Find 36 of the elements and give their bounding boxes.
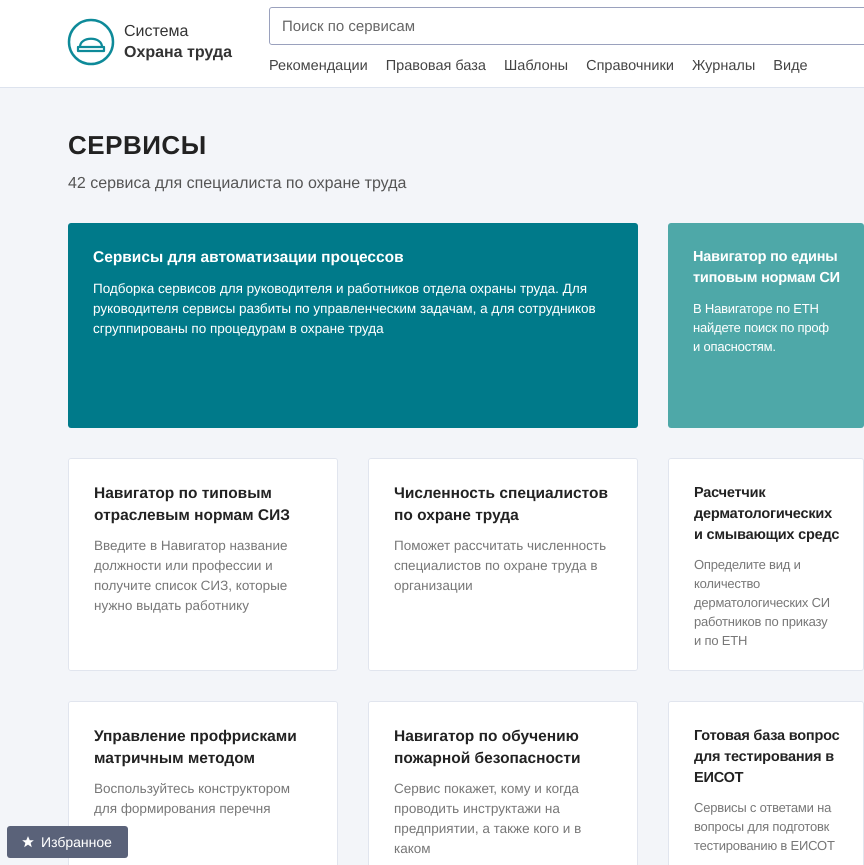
service-card[interactable]: Расчетчик дерматологических и смывающих средс Определите вид и количество дерматологических СИ работников по приказу и по ЕТН <box>668 458 864 671</box>
card-description: Введите в Навигатор название должности или профессии и получите список СИЗ, которые нужно выдать работнику <box>94 537 289 615</box>
favorites-button[interactable]: Избранное <box>7 826 128 858</box>
service-card[interactable]: Навигатор по обучению пожарной безопасности Сервис покажет, кому и когда проводить инструктажи на предприятии, а также кого и в каком <box>368 701 638 865</box>
card-description: Воспользуйтесь конструктором для формирования перечня <box>94 780 292 818</box>
card-title: Навигатор по обучению пожарной безопасности <box>394 727 582 769</box>
page-subtitle: 42 сервиса для специалиста по охране труда <box>68 175 408 193</box>
service-card[interactable]: Численность специалистов по охране труда Поможет рассчитать численность специалистов по охране труда в организации <box>368 458 638 671</box>
card-description: Подборка сервисов для руководителя и работников отдела охраны труда. Для руководителя сервисы разбиты по управленческим задачам, а для сотрудников сгруппированы по процедурам в охране труда <box>93 280 597 338</box>
search-field[interactable]: Поиск по сервисам <box>269 7 864 45</box>
nav-link[interactable]: Рекомендации <box>269 58 368 74</box>
card-title: Навигатор по типовым отраслевым нормам СИЗ <box>94 484 291 526</box>
card-title: Управление профрисками матричным методом <box>94 727 298 769</box>
logo-title: Система <box>124 22 190 42</box>
service-card[interactable] <box>68 223 638 428</box>
card-description: Поможет рассчитать численность специалистов по охране труда в организации <box>394 537 608 595</box>
nav-link[interactable]: Журналы <box>692 58 756 74</box>
card-description: В Навигаторе по ЕТН найдете поиск по проф и опасностям. <box>693 300 830 356</box>
card-title: Готовая база вопрос для тестирования в ЕИСОТ <box>694 727 840 788</box>
page-title: СЕРВИСЫ <box>68 130 208 161</box>
card-title: Сервисы для автоматизации процессов <box>93 248 405 268</box>
nav-link[interactable]: Правовая база <box>386 58 486 74</box>
card-title: Расчетчик дерматологических и смывающих средс <box>694 484 840 545</box>
nav-link[interactable]: Виде <box>773 58 808 74</box>
nav-link[interactable]: Справочники <box>586 58 674 74</box>
service-card[interactable]: Готовая база вопрос для тестирования в ЕИСОТ Сервисы с ответами на вопросы для подготовк тестированию в ЕИСОТ <box>668 701 864 865</box>
card-description: Определите вид и количество дерматологических СИ работников по приказу и по ЕТН <box>694 556 831 650</box>
nav-link[interactable]: Шаблоны <box>504 58 568 74</box>
card-description: Сервисы с ответами на вопросы для подготовк тестированию в ЕИСОТ <box>694 799 836 855</box>
hard-hat-logo-icon[interactable] <box>67 18 115 66</box>
service-card[interactable]: Навигатор по типовым отраслевым нормам СИЗ Введите в Навигатор название должности или профессии и получите список СИЗ, которые нужно выдать работнику <box>68 458 338 671</box>
card-description: Сервис покажет, кому и когда проводить инструктажи на предприятии, а также кого и в каком <box>394 780 582 858</box>
star-icon <box>21 835 35 849</box>
logo-subtitle: Охрана труда <box>124 42 232 62</box>
card-title: Численность специалистов по охране труда <box>394 484 609 526</box>
card-title: Навигатор по едины типовым нормам СИ <box>693 248 841 288</box>
